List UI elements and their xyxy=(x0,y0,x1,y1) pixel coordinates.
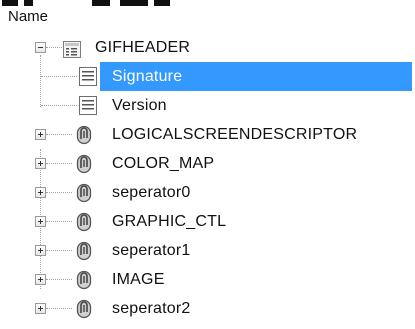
tree-item-label: COLOR_MAP xyxy=(112,155,215,172)
tree-item-version[interactable]: Version xyxy=(0,91,415,120)
tree-item-signature[interactable]: Signature xyxy=(0,62,415,91)
tree-connector xyxy=(46,47,62,48)
tree-item-label: seperator1 xyxy=(112,242,191,259)
tree-item-logicalscreendescriptor[interactable]: LOGICALSCREENDESCRIPTOR xyxy=(0,120,415,149)
tree-item-color-map[interactable]: COLOR_MAP xyxy=(0,149,415,178)
tree-item-label: LOGICALSCREENDESCRIPTOR xyxy=(112,126,358,143)
tree-connector xyxy=(46,279,72,280)
tree-connector xyxy=(46,250,72,251)
expand-toggle[interactable] xyxy=(35,158,46,169)
expand-toggle[interactable] xyxy=(35,303,46,314)
paperclip-icon xyxy=(76,299,92,329)
tree-item-seperator0[interactable]: seperator0 xyxy=(0,178,415,207)
tree-item-seperator1[interactable]: seperator1 xyxy=(0,236,415,265)
expand-toggle[interactable] xyxy=(35,129,46,140)
expand-toggle[interactable] xyxy=(35,274,46,285)
expand-toggle[interactable] xyxy=(35,216,46,227)
tree-item-label: Version xyxy=(112,97,167,114)
collapse-toggle[interactable] xyxy=(35,42,46,53)
struct-tree: GIFHEADER Signature Version LOGICALSCREE… xyxy=(0,33,415,323)
column-header-name[interactable]: Name xyxy=(8,7,48,27)
tree-item-label: GRAPHIC_CTL xyxy=(112,213,227,230)
tree-connector xyxy=(41,105,77,106)
tree-connector xyxy=(46,308,72,309)
tree-connector xyxy=(46,163,72,164)
tree-item-label: seperator2 xyxy=(112,300,191,317)
tree-connector xyxy=(46,192,72,193)
tree-connector xyxy=(46,134,72,135)
tree-item-gifheader[interactable]: GIFHEADER xyxy=(0,33,415,62)
tree-connector xyxy=(41,76,77,77)
clipped-heading xyxy=(0,0,172,6)
tree-item-label: Signature xyxy=(109,62,186,91)
tree-item-image[interactable]: IMAGE xyxy=(0,265,415,294)
tree-connector xyxy=(46,221,72,222)
tree-item-label: seperator0 xyxy=(112,184,191,201)
tree-item-label: IMAGE xyxy=(112,271,165,288)
tree-item-label: GIFHEADER xyxy=(95,39,191,56)
expand-toggle[interactable] xyxy=(35,245,46,256)
tree-item-graphic-ctl[interactable]: GRAPHIC_CTL xyxy=(0,207,415,236)
expand-toggle[interactable] xyxy=(35,187,46,198)
tree-item-seperator2[interactable]: seperator2 xyxy=(0,294,415,323)
